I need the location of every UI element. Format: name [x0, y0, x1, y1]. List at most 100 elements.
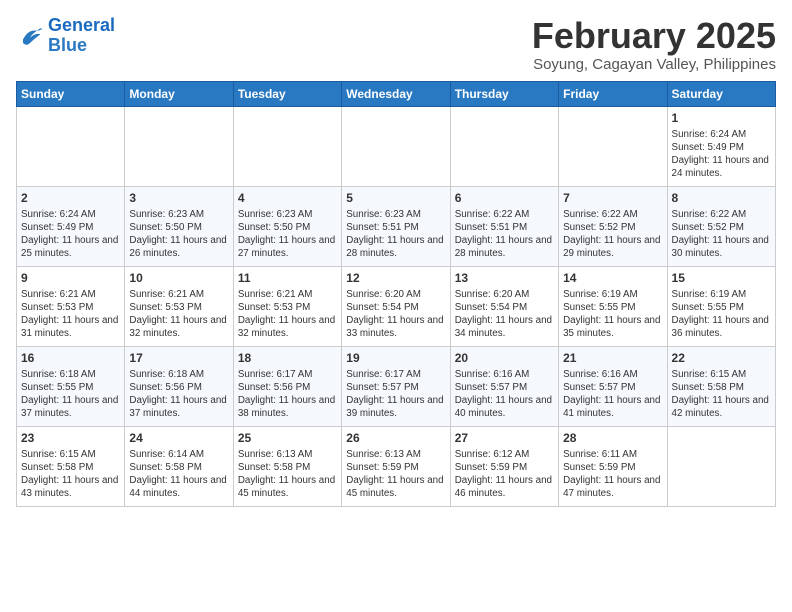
calendar-cell: 21 Sunrise: 6:16 AM Sunset: 5:57 PM Dayli… — [559, 346, 667, 426]
calendar-week-row: 16 Sunrise: 6:18 AM Sunset: 5:55 PM Dayli… — [17, 346, 776, 426]
day-info: Sunrise: 6:11 AM Sunset: 5:59 PM Dayligh… — [563, 448, 662, 501]
calendar-week-row: 2 Sunrise: 6:24 AM Sunset: 5:49 PM Daylig… — [17, 186, 776, 266]
day-number: 28 — [563, 430, 662, 446]
calendar-cell: 11 Sunrise: 6:21 AM Sunset: 5:53 PM Dayli… — [233, 266, 341, 346]
day-number: 2 — [21, 190, 120, 206]
day-info: Sunrise: 6:14 AM Sunset: 5:58 PM Dayligh… — [129, 448, 228, 501]
day-info: Sunrise: 6:24 AM Sunset: 5:49 PM Dayligh… — [672, 128, 771, 181]
day-number: 10 — [129, 270, 228, 286]
day-info: Sunrise: 6:16 AM Sunset: 5:57 PM Dayligh… — [563, 368, 662, 421]
day-info: Sunrise: 6:24 AM Sunset: 5:49 PM Dayligh… — [21, 208, 120, 261]
day-number: 15 — [672, 270, 771, 286]
calendar-week-row: 1 Sunrise: 6:24 AM Sunset: 5:49 PM Daylig… — [17, 106, 776, 186]
day-info: Sunrise: 6:21 AM Sunset: 5:53 PM Dayligh… — [129, 288, 228, 341]
calendar-cell: 4 Sunrise: 6:23 AM Sunset: 5:50 PM Daylig… — [233, 186, 341, 266]
day-number: 7 — [563, 190, 662, 206]
day-number: 1 — [672, 110, 771, 126]
calendar-cell: 28 Sunrise: 6:11 AM Sunset: 5:59 PM Dayli… — [559, 426, 667, 506]
day-info: Sunrise: 6:21 AM Sunset: 5:53 PM Dayligh… — [21, 288, 120, 341]
calendar-cell: 7 Sunrise: 6:22 AM Sunset: 5:52 PM Daylig… — [559, 186, 667, 266]
title-block: February 2025 Soyung, Cagayan Valley, Ph… — [532, 16, 776, 73]
day-number: 19 — [346, 350, 445, 366]
calendar-cell — [450, 106, 558, 186]
calendar-cell: 16 Sunrise: 6:18 AM Sunset: 5:55 PM Dayli… — [17, 346, 125, 426]
day-info: Sunrise: 6:19 AM Sunset: 5:55 PM Dayligh… — [563, 288, 662, 341]
calendar-cell: 6 Sunrise: 6:22 AM Sunset: 5:51 PM Daylig… — [450, 186, 558, 266]
calendar-cell: 17Sunrise: 6:18 AM Sunset: 5:56 PM Dayli… — [125, 346, 233, 426]
logo-icon — [16, 22, 44, 50]
day-number: 12 — [346, 270, 445, 286]
calendar-week-row: 9 Sunrise: 6:21 AM Sunset: 5:53 PM Daylig… — [17, 266, 776, 346]
calendar-cell: 18 Sunrise: 6:17 AM Sunset: 5:56 PM Dayli… — [233, 346, 341, 426]
calendar-cell: 26 Sunrise: 6:13 AM Sunset: 5:59 PM Dayli… — [342, 426, 450, 506]
day-number: 22 — [672, 350, 771, 366]
day-info: Sunrise: 6:23 AM Sunset: 5:50 PM Dayligh… — [238, 208, 337, 261]
calendar-cell — [559, 106, 667, 186]
day-info: Sunrise: 6:22 AM Sunset: 5:52 PM Dayligh… — [563, 208, 662, 261]
day-info: Sunrise: 6:21 AM Sunset: 5:53 PM Dayligh… — [238, 288, 337, 341]
day-info: Sunrise: 6:15 AM Sunset: 5:58 PM Dayligh… — [21, 448, 120, 501]
day-number: 4 — [238, 190, 337, 206]
day-number: 5 — [346, 190, 445, 206]
day-number: 16 — [21, 350, 120, 366]
day-number: 8 — [672, 190, 771, 206]
day-info: Sunrise: 6:17 AM Sunset: 5:56 PM Dayligh… — [238, 368, 337, 421]
day-number: 21 — [563, 350, 662, 366]
day-number: 14 — [563, 270, 662, 286]
calendar-cell: 5 Sunrise: 6:23 AM Sunset: 5:51 PM Daylig… — [342, 186, 450, 266]
calendar-cell: 2 Sunrise: 6:24 AM Sunset: 5:49 PM Daylig… — [17, 186, 125, 266]
calendar-cell: 13 Sunrise: 6:20 AM Sunset: 5:54 PM Dayli… — [450, 266, 558, 346]
weekday-header-tuesday: Tuesday — [233, 81, 341, 106]
calendar-cell: 27 Sunrise: 6:12 AM Sunset: 5:59 PM Dayli… — [450, 426, 558, 506]
calendar-cell: 12Sunrise: 6:20 AM Sunset: 5:54 PM Dayli… — [342, 266, 450, 346]
day-info: Sunrise: 6:16 AM Sunset: 5:57 PM Dayligh… — [455, 368, 554, 421]
calendar-cell — [233, 106, 341, 186]
day-number: 18 — [238, 350, 337, 366]
weekday-header-thursday: Thursday — [450, 81, 558, 106]
day-number: 27 — [455, 430, 554, 446]
day-number: 20 — [455, 350, 554, 366]
calendar-cell — [342, 106, 450, 186]
calendar-cell: 9 Sunrise: 6:21 AM Sunset: 5:53 PM Daylig… — [17, 266, 125, 346]
weekday-header-friday: Friday — [559, 81, 667, 106]
day-info: Sunrise: 6:19 AM Sunset: 5:55 PM Dayligh… — [672, 288, 771, 341]
day-number: 9 — [21, 270, 120, 286]
calendar-cell: 20 Sunrise: 6:16 AM Sunset: 5:57 PM Dayli… — [450, 346, 558, 426]
day-number: 6 — [455, 190, 554, 206]
calendar-cell: 10 Sunrise: 6:21 AM Sunset: 5:53 PM Dayli… — [125, 266, 233, 346]
day-number: 26 — [346, 430, 445, 446]
day-info: Sunrise: 6:12 AM Sunset: 5:59 PM Dayligh… — [455, 448, 554, 501]
calendar-cell: 23 Sunrise: 6:15 AM Sunset: 5:58 PM Dayli… — [17, 426, 125, 506]
calendar-cell: 15 Sunrise: 6:19 AM Sunset: 5:55 PM Dayli… — [667, 266, 775, 346]
day-info: Sunrise: 6:18 AM Sunset: 5:55 PM Dayligh… — [21, 368, 120, 421]
logo: General Blue — [16, 16, 115, 56]
day-info: Sunrise: 6:15 AM Sunset: 5:58 PM Dayligh… — [672, 368, 771, 421]
day-info: Sunrise: 6:13 AM Sunset: 5:59 PM Dayligh… — [346, 448, 445, 501]
day-info: Sunrise: 6:22 AM Sunset: 5:52 PM Dayligh… — [672, 208, 771, 261]
calendar-cell — [17, 106, 125, 186]
calendar-cell: 14 Sunrise: 6:19 AM Sunset: 5:55 PM Dayli… — [559, 266, 667, 346]
day-info: Sunrise: 6:22 AM Sunset: 5:51 PM Dayligh… — [455, 208, 554, 261]
day-number: 11 — [238, 270, 337, 286]
calendar-cell — [125, 106, 233, 186]
day-info: Sunrise: 6:20 AM Sunset: 5:54 PM Dayligh… — [455, 288, 554, 341]
calendar-week-row: 23 Sunrise: 6:15 AM Sunset: 5:58 PM Dayli… — [17, 426, 776, 506]
day-number: 17 — [129, 350, 228, 366]
location-title: Soyung, Cagayan Valley, Philippines — [532, 56, 776, 73]
calendar-cell: 3 Sunrise: 6:23 AM Sunset: 5:50 PM Daylig… — [125, 186, 233, 266]
calendar-cell: 22 Sunrise: 6:15 AM Sunset: 5:58 PM Dayli… — [667, 346, 775, 426]
calendar-cell: 1 Sunrise: 6:24 AM Sunset: 5:49 PM Daylig… — [667, 106, 775, 186]
weekday-header-monday: Monday — [125, 81, 233, 106]
day-info: Sunrise: 6:23 AM Sunset: 5:51 PM Dayligh… — [346, 208, 445, 261]
day-number: 3 — [129, 190, 228, 206]
calendar-table: SundayMondayTuesdayWednesdayThursdayFrid… — [16, 81, 776, 507]
day-number: 23 — [21, 430, 120, 446]
weekday-header-wednesday: Wednesday — [342, 81, 450, 106]
day-number: 13 — [455, 270, 554, 286]
weekday-header-sunday: Sunday — [17, 81, 125, 106]
logo-text: General Blue — [48, 16, 115, 56]
day-number: 25 — [238, 430, 337, 446]
weekday-header-saturday: Saturday — [667, 81, 775, 106]
day-info: Sunrise: 6:23 AM Sunset: 5:50 PM Dayligh… — [129, 208, 228, 261]
weekday-header-row: SundayMondayTuesdayWednesdayThursdayFrid… — [17, 81, 776, 106]
